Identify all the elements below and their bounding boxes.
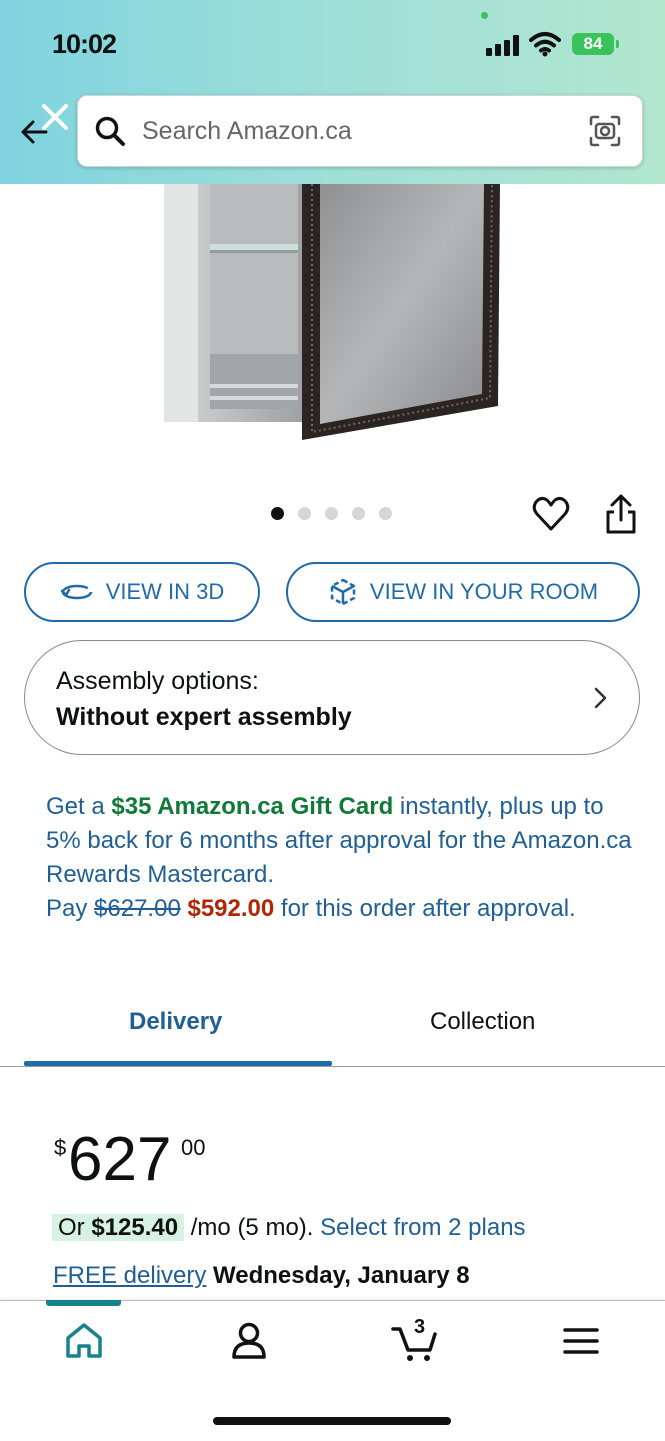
credit-card-promo[interactable]: Get a $35 Amazon.ca Gift Card instantly,… — [46, 790, 636, 926]
header: 10:02 84 — [0, 0, 665, 184]
promo-pay-label: Pay — [46, 895, 95, 922]
promo-original-price: $627.00 — [94, 895, 181, 922]
promo-gift-card: $35 Amazon.ca Gift Card — [111, 793, 394, 820]
status-dot — [481, 12, 488, 19]
tab-collection[interactable]: Collection — [430, 1008, 535, 1036]
assembly-options-value: Without expert assembly — [56, 703, 352, 731]
price-currency: $ — [54, 1135, 67, 1160]
tab-delivery[interactable]: Delivery — [129, 1008, 222, 1036]
delivery-date: Wednesday, January 8 — [213, 1262, 470, 1289]
battery-indicator: 84 — [572, 33, 614, 55]
rotate-3d-icon — [60, 584, 92, 600]
chevron-right-icon — [594, 687, 607, 709]
back-close-icon[interactable] — [16, 100, 72, 156]
carousel-dot[interactable] — [298, 507, 311, 520]
free-delivery-link[interactable]: FREE delivery — [53, 1262, 206, 1289]
carousel-dot[interactable] — [271, 507, 284, 520]
carousel-dot[interactable] — [379, 507, 392, 520]
view-in-your-room-label: VIEW IN YOUR ROOM — [369, 579, 599, 604]
wifi-icon — [529, 32, 561, 57]
monthly-payment: Or $125.40 /mo (5 mo). Select from 2 pla… — [52, 1211, 526, 1245]
assembly-options-selector[interactable]: Assembly options: Without expert assembl… — [24, 640, 640, 755]
delivery-info: FREE delivery Wednesday, January 8 — [53, 1259, 470, 1293]
monthly-amount: $125.40 — [91, 1214, 179, 1241]
heart-icon[interactable] — [531, 494, 571, 534]
carousel-dot[interactable] — [325, 507, 338, 520]
promo-prefix: Get a — [46, 793, 112, 820]
account-icon[interactable] — [224, 1316, 274, 1366]
carousel-dot[interactable] — [352, 507, 365, 520]
view-in-your-room-button[interactable]: VIEW IN YOUR ROOM — [286, 562, 640, 622]
price-whole: 627 — [68, 1125, 172, 1194]
promo-discounted-price: $592.00 — [187, 895, 275, 922]
view-in-3d-button[interactable]: VIEW IN 3D — [24, 562, 260, 622]
status-time: 10:02 — [52, 29, 117, 59]
menu-icon[interactable] — [556, 1316, 606, 1366]
home-icon[interactable] — [59, 1316, 109, 1366]
share-icon[interactable] — [601, 492, 641, 536]
cart-count: 3 — [414, 1316, 426, 1338]
select-plans-link[interactable]: Select from 2 plans — [320, 1214, 525, 1241]
nav-active-indicator — [46, 1300, 121, 1306]
tab-divider — [0, 1066, 665, 1067]
monthly-or: Or — [58, 1214, 92, 1241]
search-bar[interactable] — [77, 95, 643, 167]
search-input[interactable] — [140, 106, 584, 156]
assembly-options-label: Assembly options: — [56, 667, 259, 695]
camera-search-icon[interactable] — [588, 114, 622, 148]
home-indicator-bar — [213, 1417, 451, 1425]
product-image[interactable] — [160, 184, 505, 444]
ar-cube-icon — [330, 578, 356, 606]
monthly-amount-badge: Or $125.40 — [52, 1214, 185, 1241]
monthly-term: /mo (5 mo). — [184, 1214, 321, 1241]
battery-nub — [616, 40, 619, 48]
search-icon — [95, 116, 125, 146]
price-fraction: 00 — [181, 1135, 206, 1160]
view-in-3d-label: VIEW IN 3D — [105, 579, 225, 604]
signal-icon — [486, 34, 522, 56]
promo-suffix: for this order after approval. — [274, 895, 576, 922]
